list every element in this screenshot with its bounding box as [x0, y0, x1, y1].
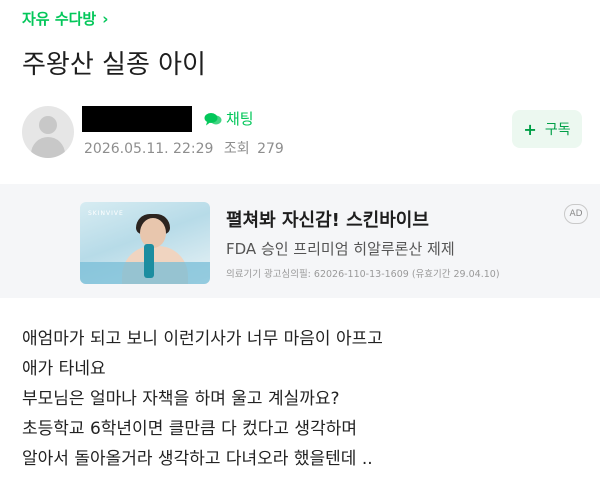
body-line: 부모님은 얼마나 자책을 하며 울고 계실까요?: [22, 389, 340, 409]
body-line: 알아서 돌아올거라 생각하고 다녀오라 했을텐데 ..: [22, 449, 373, 469]
body-line: 애엄마가 되고 보니 이런기사가 너무 마음이 아프고: [22, 329, 383, 349]
ad-brand-logo: SKINVIVE: [88, 210, 124, 217]
redacted-author-name: [82, 106, 192, 132]
ad-product-bottle: [144, 244, 154, 278]
author-row: 채팅 2026.05.11. 22:29 조회 279 + 구독: [22, 104, 582, 160]
body-line: 초등학교 6학년이면 클만큼 다 컸다고 생각하며: [22, 419, 357, 439]
avatar-head-shape: [39, 116, 57, 134]
ad-figure-head: [140, 218, 166, 248]
views-count: 279: [257, 141, 284, 157]
ad-subline: FDA 승인 프리미엄 히알루론산 제제: [226, 240, 455, 258]
avatar-body-shape: [31, 137, 65, 158]
ad-badge[interactable]: AD: [564, 204, 588, 224]
ad-headline[interactable]: 펼쳐봐 자신감! 스킨바이브: [226, 206, 556, 232]
chevron-right-icon: ›: [102, 9, 109, 28]
default-profile-icon[interactable]: [22, 106, 74, 158]
board-breadcrumb[interactable]: 자유 수다방 ›: [22, 8, 108, 29]
subscribe-button[interactable]: + 구독: [512, 110, 582, 148]
plus-icon: +: [523, 119, 537, 139]
post-title: 주왕산 실종 아이: [22, 50, 206, 80]
post-date: 2026.05.11. 22:29: [84, 141, 214, 157]
chat-label[interactable]: 채팅: [226, 108, 254, 129]
post-page: 자유 수다방 › 주왕산 실종 아이 채팅 2026.05.11. 22:29 …: [0, 0, 600, 500]
post-body: 애엄마가 되고 보니 이런기사가 너무 마음이 아프고 애가 타네요 부모님은 …: [22, 324, 582, 474]
chat-link[interactable]: 채팅: [204, 108, 254, 129]
body-line: 애가 타네요: [22, 359, 106, 379]
ad-image[interactable]: SKINVIVE: [80, 202, 210, 284]
ad-fine-print: 의료기기 광고심의필: 62026-110-13-1609 (유효기간 29.0…: [226, 269, 500, 280]
chat-bubble-icon: [204, 112, 222, 125]
post-meta: 2026.05.11. 22:29 조회 279: [84, 138, 284, 158]
views-label: 조회: [223, 141, 250, 157]
ad-banner[interactable]: SKINVIVE 펼쳐봐 자신감! 스킨바이브 FDA 승인 프리미엄 히알루론…: [0, 184, 600, 298]
subscribe-label: 구독: [544, 122, 571, 138]
ad-text[interactable]: 펼쳐봐 자신감! 스킨바이브 FDA 승인 프리미엄 히알루론산 제제 의료기기…: [226, 206, 556, 280]
board-name[interactable]: 자유 수다방: [22, 8, 96, 29]
